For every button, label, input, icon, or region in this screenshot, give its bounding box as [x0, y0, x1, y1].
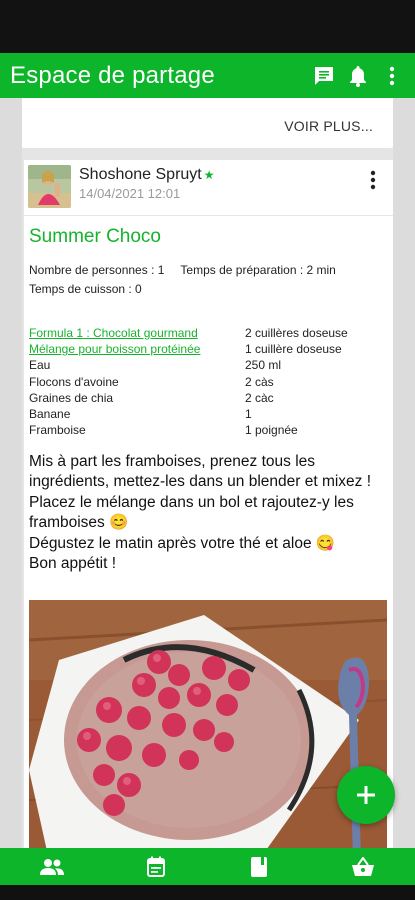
author-name[interactable]: Shoshone Spruyt ★	[79, 166, 215, 184]
feed[interactable]: VOIR PLUS... Shoshone Spruyt ★ 14/04/2021…	[22, 98, 393, 848]
instruction-line: Placez le mélange dans un bol et rajoute…	[29, 493, 354, 532]
instruction-line: Dégustez le matin après votre thé et alo…	[29, 534, 336, 552]
system-nav-bar	[0, 885, 415, 900]
ingredient-row: Banane 1	[29, 407, 379, 423]
ingredient-link[interactable]: Formula 1 : Chocolat gourmand	[29, 326, 245, 342]
recipe-photo[interactable]	[29, 600, 387, 848]
plus-icon	[357, 786, 375, 804]
left-gutter	[0, 98, 22, 848]
ingredient-row: Formula 1 : Chocolat gourmand 2 cuillère…	[29, 326, 379, 342]
bottom-nav	[0, 848, 415, 885]
app-title: Espace de partage	[10, 61, 215, 89]
recipe-instructions: Mis à part les framboises, prenez tous l…	[29, 452, 389, 574]
ingredient-name: Eau	[29, 358, 51, 373]
basket-icon[interactable]	[323, 848, 403, 885]
chat-icon[interactable]	[311, 63, 337, 89]
more-vert-icon[interactable]	[379, 63, 405, 89]
ingredient-qty: 1 poignée	[245, 423, 298, 438]
calendar-icon[interactable]	[116, 848, 196, 885]
ingredient-row: Framboise 1 poignée	[29, 423, 379, 439]
status-bar	[0, 0, 415, 53]
ingredient-qty: 250 ml	[245, 358, 282, 373]
avatar[interactable]	[28, 165, 71, 208]
voir-plus-link[interactable]: VOIR PLUS...	[284, 118, 373, 134]
post-more-icon[interactable]	[363, 168, 383, 192]
instruction-line: Mis à part les framboises, prenez tous l…	[29, 453, 372, 491]
ingredient-qty: 2 càc	[245, 390, 274, 405]
author-name-text: Shoshone Spruyt	[79, 166, 202, 183]
ingredient-qty: 2 cuillères doseuse	[245, 326, 348, 340]
ingredient-name: Banane	[29, 406, 71, 421]
right-gutter	[393, 98, 415, 848]
star-icon: ★	[203, 168, 215, 182]
post-card: Shoshone Spruyt ★ 14/04/2021 12:01 Summer…	[24, 160, 393, 848]
ingredient-row: Eau 250 ml	[29, 358, 379, 374]
instruction-line: Bon appétit !	[29, 555, 117, 573]
prep-time-label: Temps de préparation : 2 min	[180, 263, 336, 277]
ingredient-row: Mélange pour boisson protéinée 1 cuillèr…	[29, 342, 379, 358]
ingredient-qty: 1	[245, 406, 252, 421]
ingredient-name: Graines de chia	[29, 390, 114, 405]
ingredient-row: Graines de chia 2 càc	[29, 391, 379, 407]
ingredient-row: Flocons d'avoine 2 càs	[29, 375, 379, 391]
ingredient-link[interactable]: Mélange pour boisson protéinée	[29, 342, 245, 358]
ingredient-name: Flocons d'avoine	[29, 374, 119, 389]
bell-icon[interactable]	[345, 63, 371, 89]
ingredients-table: Formula 1 : Chocolat gourmand 2 cuillère…	[29, 326, 379, 439]
persons-label: Nombre de personnes : 1	[29, 263, 165, 277]
cook-time-label: Temps de cuisson : 0	[29, 282, 142, 296]
add-post-button[interactable]	[337, 766, 395, 824]
ingredient-qty: 2 càs	[245, 374, 274, 389]
people-icon[interactable]	[12, 848, 92, 885]
app-actions	[311, 63, 405, 89]
app-bar: Espace de partage	[0, 53, 415, 98]
ingredient-qty: 1 cuillère doseuse	[245, 342, 342, 357]
recipe-title: Summer Choco	[29, 226, 161, 247]
recipe-meta-line1: Nombre de personnes : 1 Temps de préparat…	[29, 263, 336, 277]
post-date: 14/04/2021 12:01	[79, 186, 181, 201]
ingredient-name: Framboise	[29, 423, 86, 438]
book-icon[interactable]	[219, 848, 299, 885]
previous-post-card: VOIR PLUS...	[22, 98, 393, 148]
post-header: Shoshone Spruyt ★ 14/04/2021 12:01	[24, 160, 393, 216]
